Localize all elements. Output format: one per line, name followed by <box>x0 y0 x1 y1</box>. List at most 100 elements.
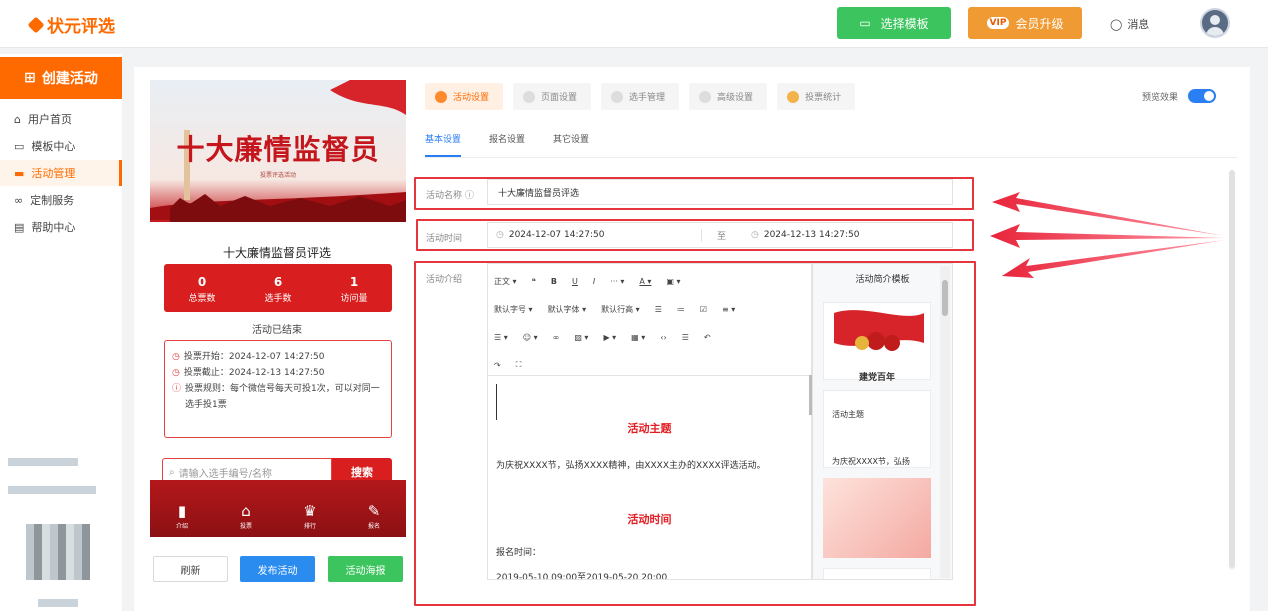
tab-label: 排行 <box>303 523 316 530</box>
search-icon: ⌕ <box>169 466 175 478</box>
book-icon: ▮ <box>177 502 187 520</box>
sidebar-item-label: 用户首页 <box>27 113 72 126</box>
gear-icon <box>699 90 712 103</box>
sidebar-item-label: 帮助中心 <box>31 221 76 234</box>
subtab-basic[interactable]: 基本设置 <box>425 132 462 157</box>
sidebar-item-activity-management[interactable]: ▬ 活动管理 <box>0 160 122 186</box>
info-row: ◷ 投票开始：2024-12-07 14:27:50 <box>172 349 384 365</box>
stat-value: 6 <box>273 275 283 289</box>
stat-value: 0 <box>197 275 207 289</box>
page-icon <box>523 90 536 103</box>
sidebar-item-home[interactable]: ⌂ 用户首页 <box>0 106 122 132</box>
blurred-qr-code <box>26 524 90 580</box>
edit-icon: ✎ <box>367 502 381 520</box>
preview-banner: 十大廉情监督员 投票评选活动 <box>150 80 406 222</box>
refresh-button[interactable]: 刷新 <box>153 556 228 582</box>
preview-toggle-label: 预览效果 <box>1142 92 1179 103</box>
vip-upgrade-button[interactable]: VIP 会员升级 <box>968 7 1082 39</box>
vote-info-box: ◷ 投票开始：2024-12-07 14:27:50 ◷ 投票截止：2024-12-… <box>164 340 392 438</box>
activity-title: 十大廉情监督员评选 <box>222 246 331 260</box>
tab-contestant-management[interactable]: 选手管理 <box>601 83 680 110</box>
ticket-icon: ▬ <box>14 166 25 180</box>
preview-toggle[interactable] <box>1188 89 1217 103</box>
logo-icon <box>27 16 45 33</box>
tab-label: 页面设置 <box>541 93 578 103</box>
stat-total-votes: 0 总票数 <box>164 264 240 312</box>
annotation-arrows <box>990 192 1225 278</box>
tab-signup[interactable]: ✎ 报名 <box>342 502 406 537</box>
folder-icon: ▭ <box>14 139 25 153</box>
activity-status: 活动已结束 <box>252 325 302 336</box>
preview-tab-bar: ▮ 介绍 ⌂ 投票 ♛ 排行 ✎ 报名 <box>150 480 406 537</box>
settings-tabs: 活动设置 页面设置 选手管理 高级设置 投票统计 <box>425 83 856 110</box>
create-activity-label: 创建活动 <box>41 71 98 87</box>
stat-label: 总票数 <box>188 294 216 304</box>
sidebar-item-help[interactable]: ▤ 帮助中心 <box>0 214 122 240</box>
tab-ranking[interactable]: ♛ 排行 <box>278 502 342 537</box>
home-icon: ⌂ <box>241 502 251 520</box>
tab-label: 介绍 <box>175 523 188 530</box>
publish-activity-button[interactable]: 发布活动 <box>240 556 315 582</box>
sub-tabs: 基本设置 报名设置 其它设置 <box>425 132 589 157</box>
tab-vote-statistics[interactable]: 投票统计 <box>777 83 856 110</box>
stat-contestants: 6 选手数 <box>240 264 316 312</box>
sidebar-item-label: 定制服务 <box>30 194 75 207</box>
activity-poster-button[interactable]: 活动海报 <box>328 556 403 582</box>
tab-activity-settings[interactable]: 活动设置 <box>425 83 504 110</box>
sidebar: ⊞ 创建活动 ⌂ 用户首页 ▭ 模板中心 ▬ 活动管理 ∞ 定制服务 ▤ 帮助中心 <box>0 54 122 611</box>
highlight-box-intro <box>414 261 976 606</box>
tab-label: 高级设置 <box>717 93 754 103</box>
plus-box-icon: ⊞ <box>24 70 36 86</box>
vip-upgrade-label: 会员升级 <box>1015 16 1064 31</box>
chat-icon: ◯ <box>1110 17 1123 31</box>
stat-value: 1 <box>349 275 359 289</box>
tab-label: 投票统计 <box>805 93 842 103</box>
app-name: 状元评选 <box>47 17 115 37</box>
sidebar-item-templates[interactable]: ▭ 模板中心 <box>0 133 122 159</box>
info-row: ◷ 投票截止：2024-12-13 14:27:50 <box>172 365 384 381</box>
home-icon: ⌂ <box>14 112 21 126</box>
tab-label: 报名 <box>367 523 380 530</box>
divider <box>425 157 1237 158</box>
banner-title: 十大廉情监督员 <box>176 133 380 166</box>
create-activity-button[interactable]: ⊞ 创建活动 <box>0 57 122 99</box>
subtab-other[interactable]: 其它设置 <box>553 132 589 145</box>
info-icon: ⓘ <box>172 384 182 394</box>
tab-vote[interactable]: ⌂ 投票 <box>214 502 278 537</box>
tab-page-settings[interactable]: 页面设置 <box>513 83 592 110</box>
link-icon: ∞ <box>14 193 24 207</box>
blurred-contact <box>8 458 78 466</box>
messages-link[interactable]: ◯ 消息 <box>1110 16 1149 32</box>
vip-badge: VIP <box>986 17 1010 29</box>
tab-label: 活动设置 <box>453 93 490 103</box>
trophy-icon: ♛ <box>303 502 317 520</box>
sidebar-item-label: 模板中心 <box>31 140 76 153</box>
users-icon <box>611 90 624 103</box>
messages-label: 消息 <box>1127 18 1150 31</box>
activity-card: 十大廉情监督员评选 0 总票数 6 选手数 1 访问量 活动已结束 ◷ 投票开始：202… <box>156 230 398 442</box>
tab-intro[interactable]: ▮ 介绍 <box>150 502 214 537</box>
info-row: ⓘ 投票规则：每个微信号每天可投1次，可以对同一选手投1票 <box>172 381 384 413</box>
app-logo[interactable]: 状元评选 <box>27 12 115 37</box>
tab-advanced-settings[interactable]: 高级设置 <box>689 83 768 110</box>
clock-icon: ◷ <box>172 352 180 362</box>
tab-label: 投票 <box>239 523 252 530</box>
blurred-contact <box>8 486 96 494</box>
sidebar-item-label: 活动管理 <box>31 167 76 180</box>
user-avatar[interactable] <box>1200 8 1230 38</box>
subtab-signup[interactable]: 报名设置 <box>489 132 525 145</box>
stats-icon <box>787 90 800 103</box>
blurred-caption <box>38 599 78 607</box>
preview-toggle-group: 预览效果 <box>1142 89 1217 103</box>
sidebar-item-custom-service[interactable]: ∞ 定制服务 <box>0 187 122 213</box>
stat-visits: 1 访问量 <box>316 264 392 312</box>
template-icon: ▭ <box>859 16 871 30</box>
tab-label: 选手管理 <box>629 93 666 103</box>
stat-label: 访问量 <box>340 294 368 304</box>
select-template-label: 选择模板 <box>880 16 929 31</box>
stats-bar: 0 总票数 6 选手数 1 访问量 <box>164 264 392 312</box>
mobile-preview: 十大廉情监督员 投票评选活动 十大廉情监督员评选 0 总票数 6 选手数 1 访问量 … <box>150 80 406 537</box>
highlight-box-time <box>416 219 974 251</box>
select-template-button[interactable]: ▭ 选择模板 <box>837 7 951 39</box>
vote-rule: 投票规则：每个微信号每天可投1次，可以对同一选手投1票 <box>185 384 380 410</box>
